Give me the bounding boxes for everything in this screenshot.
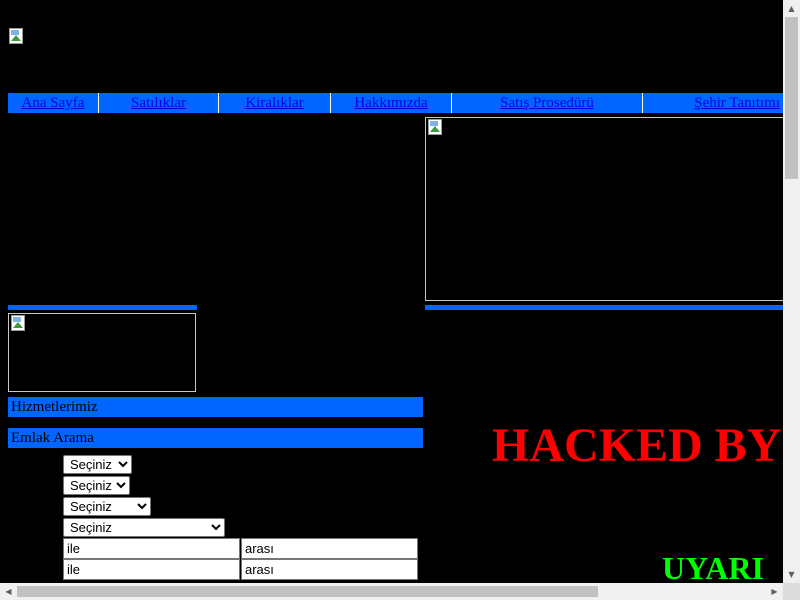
left-divider — [8, 305, 197, 310]
nav-link-sales-procedure[interactable]: Satış Prosedürü — [500, 95, 594, 111]
search-select-2[interactable]: Seçiniz — [63, 476, 130, 495]
vertical-scrollbar[interactable]: ▲ ▼ — [783, 0, 800, 583]
range1-min-input[interactable] — [63, 538, 240, 559]
nav-link-rentals[interactable]: Kiralıklar — [245, 95, 303, 111]
broken-image-icon — [427, 119, 443, 135]
nav-item-sales: Satılıklar — [99, 93, 219, 113]
scrollbar-corner — [783, 583, 800, 600]
nav-item-home: Ana Sayfa — [8, 93, 99, 113]
nav-item-sales-procedure: Satış Prosedürü — [452, 93, 643, 113]
scroll-left-icon[interactable]: ◀ — [0, 583, 17, 600]
scroll-right-icon[interactable]: ▶ — [766, 583, 783, 600]
search-select-3[interactable]: Seçiniz — [63, 497, 151, 516]
horizontal-scroll-thumb[interactable] — [17, 586, 598, 597]
hacked-by-headline: HACKED BY — [492, 419, 782, 472]
main-nav: Ana Sayfa Satılıklar Kiralıklar Hakkımız… — [8, 93, 783, 113]
services-header: Hizmetlerimiz — [8, 397, 423, 417]
nav-link-home[interactable]: Ana Sayfa — [22, 95, 85, 111]
vertical-scroll-thumb[interactable] — [785, 17, 798, 179]
range1-max-input[interactable] — [241, 538, 418, 559]
nav-link-city-intro[interactable]: Şehir Tanıtımı — [694, 95, 780, 111]
nav-link-about[interactable]: Hakkımızda — [354, 95, 427, 111]
scroll-down-icon[interactable]: ▼ — [783, 566, 800, 583]
nav-item-about: Hakkımızda — [331, 93, 452, 113]
range2-min-input[interactable] — [63, 559, 240, 580]
nav-item-city-intro: Şehir Tanıtımı — [643, 93, 783, 113]
nav-item-rentals: Kiralıklar — [219, 93, 331, 113]
search-header: Emlak Arama — [8, 428, 423, 448]
banner-divider — [425, 305, 783, 310]
search-select-1[interactable]: Seçiniz — [63, 455, 132, 474]
search-select-4[interactable]: Seçiniz — [63, 518, 225, 537]
broken-image-icon — [10, 315, 26, 331]
scroll-up-icon[interactable]: ▲ — [783, 0, 800, 17]
nav-link-sales[interactable]: Satılıklar — [131, 95, 186, 111]
page-viewport: Ana Sayfa Satılıklar Kiralıklar Hakkımız… — [0, 0, 783, 583]
banner-image-frame — [425, 117, 783, 301]
warning-text: UYARI — [662, 550, 764, 583]
range2-max-input[interactable] — [241, 559, 418, 580]
horizontal-scrollbar[interactable]: ◀ ▶ — [0, 583, 783, 600]
broken-image-icon — [8, 28, 24, 44]
side-image-frame — [8, 313, 196, 392]
